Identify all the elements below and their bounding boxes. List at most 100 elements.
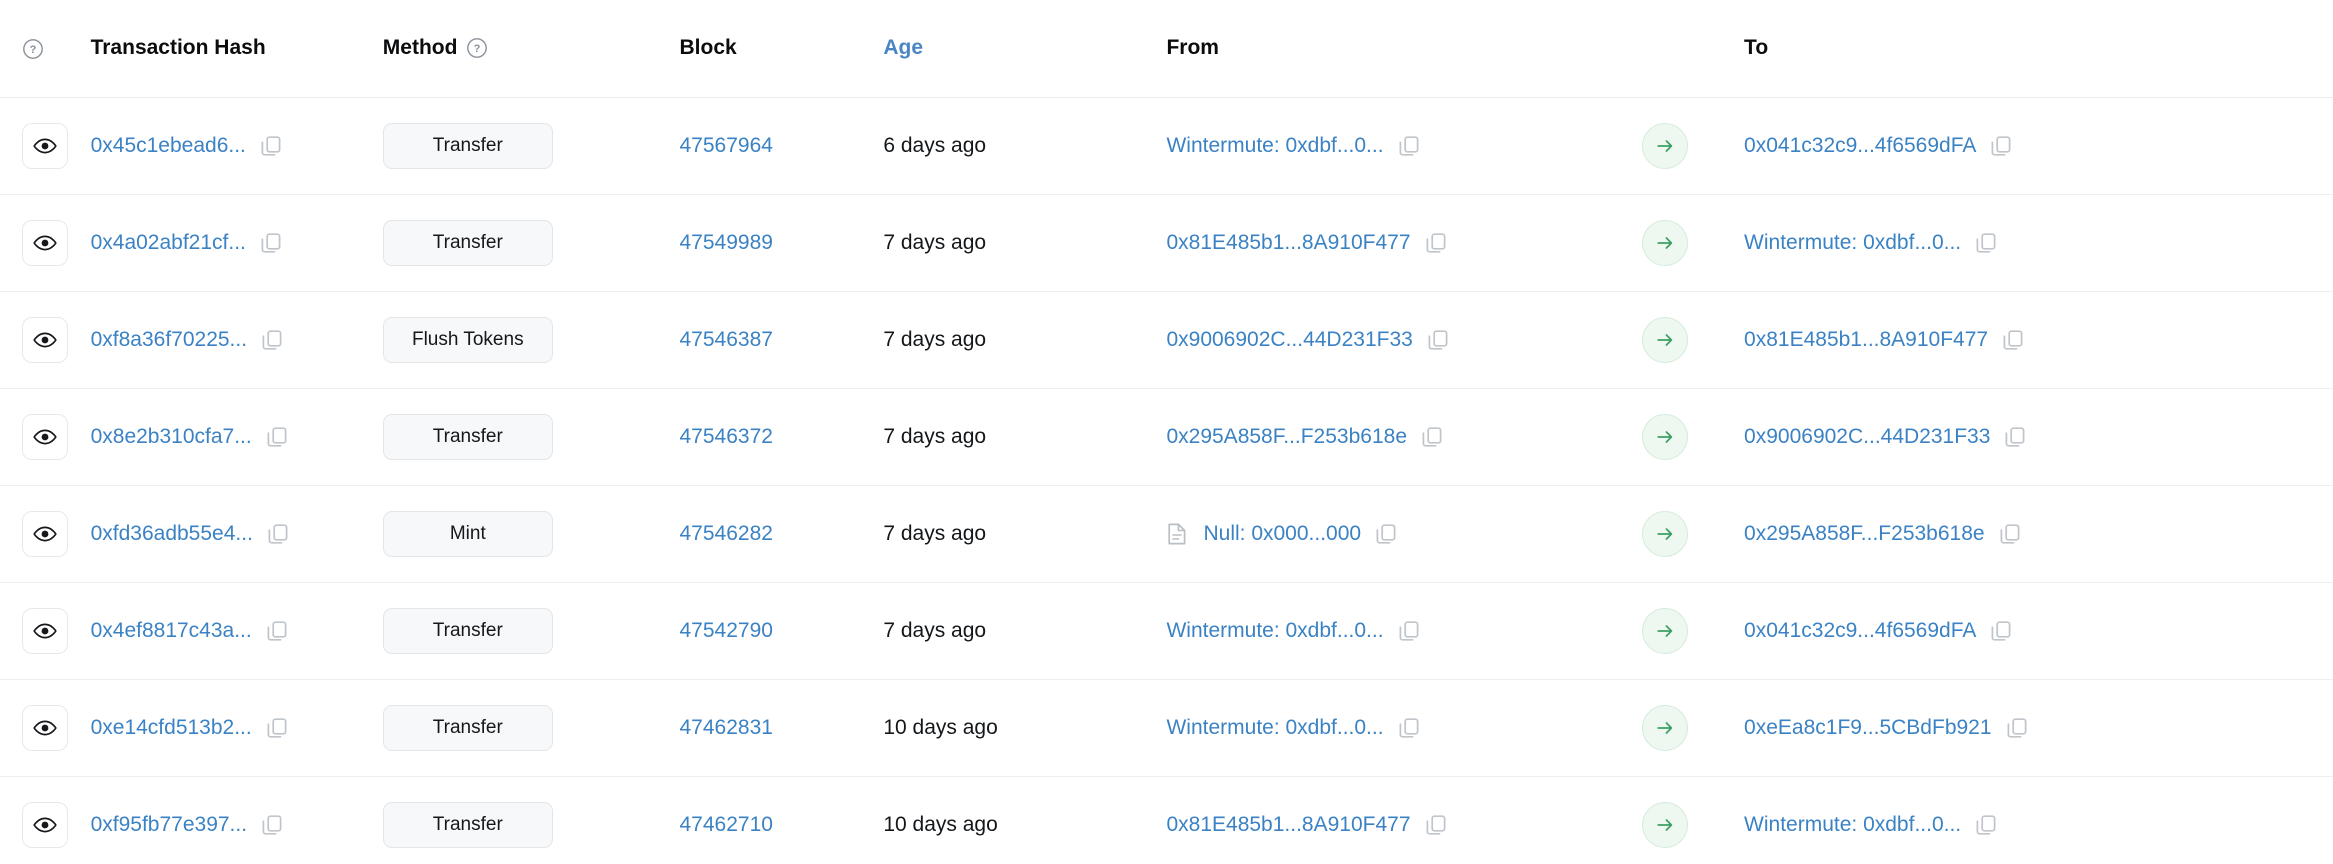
from-address-link[interactable]: 0x81E485b1...8A910F477 [1166,231,1410,255]
copy-icon[interactable] [1397,619,1421,643]
from-address-link[interactable]: 0x81E485b1...8A910F477 [1166,813,1410,837]
block-link[interactable]: 47542790 [680,619,773,642]
svg-text:?: ? [474,43,481,55]
preview-transaction-button[interactable] [22,608,68,654]
block-cell: 47462831 [680,679,884,776]
copy-icon[interactable] [1989,619,2013,643]
to-address-link[interactable]: Wintermute: 0xdbf...0... [1744,813,1961,837]
from-address-link[interactable]: Wintermute: 0xdbf...0... [1166,716,1383,740]
row-preview-cell [0,485,91,582]
method-badge[interactable]: Transfer [383,608,553,654]
preview-transaction-button[interactable] [22,414,68,460]
to-address-link[interactable]: 0x295A858F...F253b618e [1744,522,1985,546]
from-address-link[interactable]: Wintermute: 0xdbf...0... [1166,619,1383,643]
block-link[interactable]: 47567964 [680,134,773,157]
from-address-link[interactable]: 0x295A858F...F253b618e [1166,425,1407,449]
eye-icon [32,618,58,644]
copy-icon[interactable] [1397,716,1421,740]
copy-icon[interactable] [2005,716,2029,740]
block-link[interactable]: 47462831 [680,716,773,739]
method-badge[interactable]: Transfer [383,705,553,751]
eye-icon [32,424,58,450]
copy-icon[interactable] [1974,231,1998,255]
method-cell: Transfer [383,194,680,291]
transaction-hash-link[interactable]: 0x4a02abf21cf... [91,231,246,255]
to-address-link[interactable]: 0x041c32c9...4f6569dFA [1744,619,1976,643]
copy-icon[interactable] [265,425,289,449]
transaction-hash-cell: 0xf8a36f70225... [91,291,383,388]
method-badge[interactable]: Transfer [383,414,553,460]
copy-icon[interactable] [1420,425,1444,449]
transaction-hash-link[interactable]: 0x45c1ebead6... [91,134,246,158]
preview-transaction-button[interactable] [22,802,68,848]
preview-transaction-button[interactable] [22,123,68,169]
copy-icon[interactable] [1426,328,1450,352]
block-link[interactable]: 47549989 [680,231,773,254]
column-header-block: Block [680,0,884,97]
to-address-link[interactable]: 0xeEa8c1F9...5CBdFb921 [1744,716,1992,740]
copy-icon[interactable] [1998,522,2022,546]
preview-transaction-button[interactable] [22,705,68,751]
age-value: 7 days ago [883,328,986,351]
block-link[interactable]: 47546372 [680,425,773,448]
preview-transaction-button[interactable] [22,220,68,266]
block-link[interactable]: 47462710 [680,813,773,836]
from-cell: 0x81E485b1...8A910F477 [1166,194,1642,291]
column-header-age-label[interactable]: Age [883,36,923,59]
from-address-link[interactable]: 0x9006902C...44D231F33 [1166,328,1412,352]
transaction-hash-link[interactable]: 0x4ef8817c43a... [91,619,252,643]
age-cell: 7 days ago [883,485,1166,582]
copy-icon[interactable] [265,619,289,643]
column-header-block-label: Block [680,36,737,59]
table-row: 0x4ef8817c43a...Transfer475427907 days a… [0,582,2333,679]
method-badge[interactable]: Transfer [383,220,553,266]
preview-transaction-button[interactable] [22,317,68,363]
copy-icon[interactable] [1374,522,1398,546]
to-address-link[interactable]: 0x041c32c9...4f6569dFA [1744,134,1976,158]
from-address-link[interactable]: Null: 0x000...000 [1203,522,1361,546]
copy-icon[interactable] [1424,231,1448,255]
age-value: 7 days ago [883,425,986,448]
block-cell: 47546372 [680,388,884,485]
copy-icon[interactable] [2001,328,2025,352]
arrow-right-icon [1642,802,1688,848]
age-value: 10 days ago [883,716,997,739]
help-circle-icon[interactable]: ? [466,37,488,59]
preview-transaction-button[interactable] [22,511,68,557]
from-address-link[interactable]: Wintermute: 0xdbf...0... [1166,134,1383,158]
copy-icon[interactable] [265,716,289,740]
transaction-hash-link[interactable]: 0xfd36adb55e4... [91,522,253,546]
row-preview-cell [0,679,91,776]
column-header-age[interactable]: Age [883,0,1166,97]
block-cell: 47549989 [680,194,884,291]
copy-icon[interactable] [2003,425,2027,449]
method-badge[interactable]: Flush Tokens [383,317,553,363]
method-badge[interactable]: Transfer [383,123,553,169]
block-link[interactable]: 47546387 [680,328,773,351]
copy-icon[interactable] [1424,813,1448,837]
column-header-method: Method ? [383,0,680,97]
copy-icon[interactable] [1974,813,1998,837]
transaction-hash-link[interactable]: 0xf95fb77e397... [91,813,247,837]
copy-icon[interactable] [1397,134,1421,158]
to-address-link[interactable]: Wintermute: 0xdbf...0... [1744,231,1961,255]
transaction-hash-link[interactable]: 0x8e2b310cfa7... [91,425,252,449]
copy-icon[interactable] [259,231,283,255]
to-address-link[interactable]: 0x9006902C...44D231F33 [1744,425,1990,449]
block-link[interactable]: 47546282 [680,522,773,545]
transaction-hash-link[interactable]: 0xf8a36f70225... [91,328,247,352]
copy-icon[interactable] [1989,134,2013,158]
method-badge[interactable]: Mint [383,511,553,557]
transaction-hash-link[interactable]: 0xe14cfd513b2... [91,716,252,740]
copy-icon[interactable] [260,813,284,837]
copy-icon[interactable] [266,522,290,546]
copy-icon[interactable] [260,328,284,352]
age-value: 7 days ago [883,231,986,254]
help-circle-icon[interactable]: ? [22,38,44,60]
to-address-link[interactable]: 0x81E485b1...8A910F477 [1744,328,1988,352]
method-badge[interactable]: Transfer [383,802,553,848]
transaction-hash-cell: 0xf95fb77e397... [91,776,383,864]
eye-icon [32,715,58,741]
copy-icon[interactable] [259,134,283,158]
age-cell: 10 days ago [883,776,1166,864]
